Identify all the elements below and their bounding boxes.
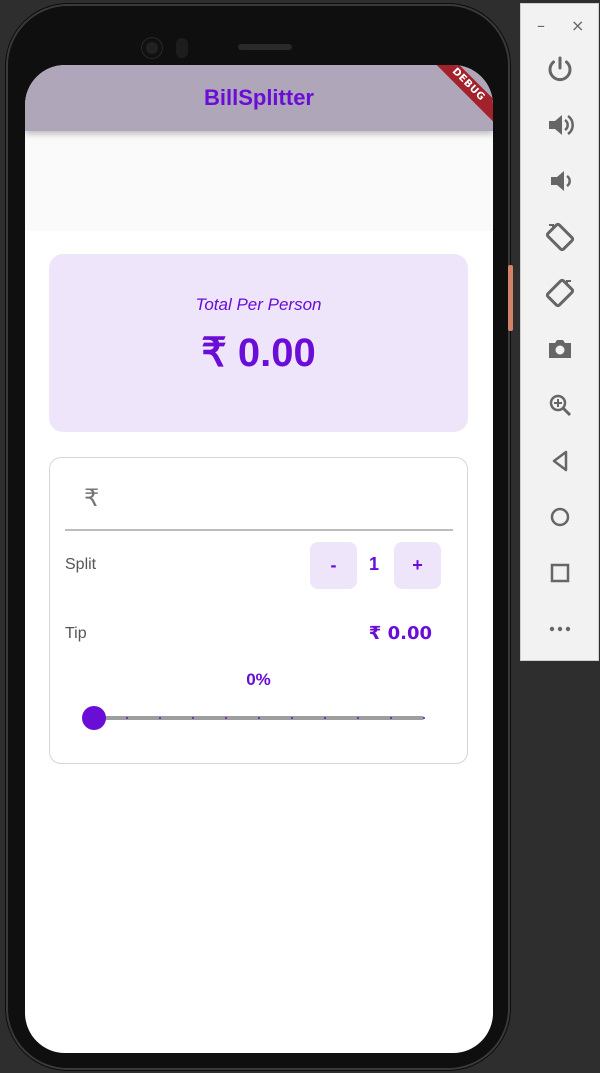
close-button[interactable]: × [571, 16, 584, 35]
front-camera [142, 38, 162, 58]
back-icon[interactable] [540, 441, 580, 481]
minimize-button[interactable]: – [537, 16, 545, 35]
split-count: 1 [368, 554, 379, 574]
earpiece-speaker [238, 44, 292, 50]
tip-label: Tip [65, 625, 87, 642]
emulator-window: BillSplitter DEBUG Total Per Person ₹ 0.… [0, 0, 600, 1073]
tip-slider[interactable] [82, 703, 425, 733]
home-icon[interactable] [540, 497, 580, 537]
split-label: Split [65, 556, 97, 573]
bill-amount-field[interactable]: ₹ [65, 474, 453, 531]
power-button-highlight [508, 265, 513, 331]
volume-up-icon[interactable] [540, 105, 580, 145]
bill-amount-input[interactable] [115, 488, 439, 518]
rupee-prefix-icon: ₹ [84, 484, 100, 512]
slider-tick [258, 717, 260, 719]
overview-icon[interactable] [540, 553, 580, 593]
more-icon[interactable] [540, 609, 580, 649]
slider-tick [192, 717, 194, 719]
zoom-icon[interactable] [540, 385, 580, 425]
split-decrement-button[interactable]: - [310, 542, 357, 589]
app-title: BillSplitter [203, 85, 314, 110]
header-spacer [25, 131, 493, 231]
slider-tick [324, 717, 326, 719]
rotate-right-icon[interactable] [540, 273, 580, 313]
app-bar: BillSplitter [25, 65, 493, 131]
volume-down-icon[interactable] [540, 161, 580, 201]
camera-icon[interactable] [540, 329, 580, 369]
power-icon[interactable] [540, 49, 580, 89]
slider-tick [159, 717, 161, 719]
total-per-person-card: Total Per Person ₹ 0.00 [49, 254, 468, 432]
rotate-left-icon[interactable] [540, 217, 580, 257]
tip-percent-label: 0% [246, 670, 271, 689]
proximity-sensor [176, 38, 188, 58]
slider-tick [126, 717, 128, 719]
slider-tick [225, 717, 227, 719]
bill-form-card: ₹ Split - 1 + Tip ₹ 0.00 0% [49, 457, 468, 764]
app-screen: BillSplitter DEBUG Total Per Person ₹ 0.… [25, 65, 493, 1053]
slider-tick [390, 717, 392, 719]
total-per-person-amount: ₹ 0.00 [201, 331, 316, 375]
slider-tick [357, 717, 359, 719]
split-increment-button[interactable]: + [394, 542, 441, 589]
emulator-toolbar: – × [520, 3, 599, 661]
slider-tick [423, 717, 425, 719]
tip-amount: ₹ 0.00 [368, 623, 432, 644]
slider-thumb[interactable] [82, 706, 106, 730]
total-per-person-label: Total Per Person [195, 295, 322, 314]
slider-tick [291, 717, 293, 719]
